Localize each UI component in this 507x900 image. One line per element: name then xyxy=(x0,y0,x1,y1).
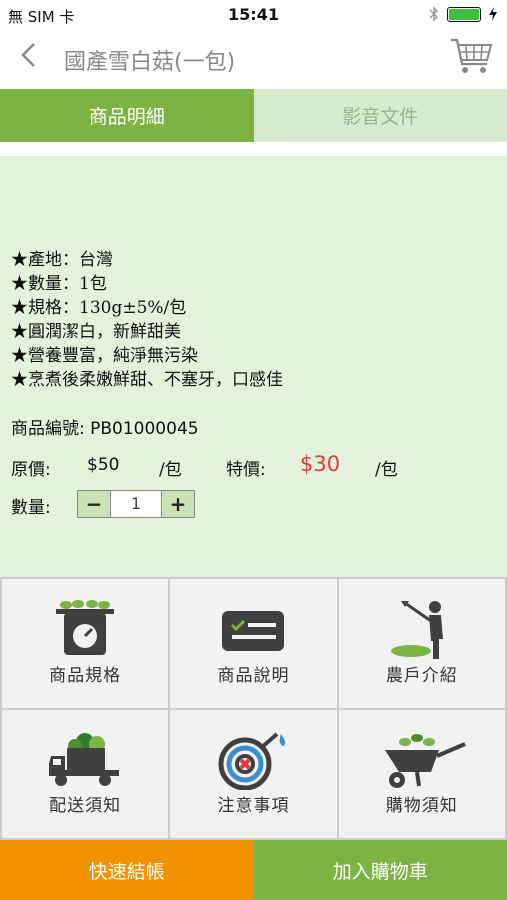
decrement-button[interactable]: − xyxy=(78,491,110,517)
feature-item: ★圓潤潔白，新鮮甜美 xyxy=(11,322,181,342)
quantity-stepper: − 1 + xyxy=(77,490,195,518)
original-price-label: 原價: xyxy=(11,460,51,480)
tab-media-documents[interactable]: 影音文件 xyxy=(253,89,507,142)
battery-icon xyxy=(447,6,481,22)
wheelbarrow-icon xyxy=(384,733,466,788)
scale-icon xyxy=(56,600,115,655)
menu-label: 配送須知 xyxy=(49,796,122,816)
hose-icon xyxy=(218,731,286,790)
increment-button[interactable]: + xyxy=(162,491,194,517)
menu-farmer-intro[interactable]: 農戶介紹 xyxy=(338,579,505,708)
feature-item: ★營養豐富，純淨無污染 xyxy=(11,346,198,366)
special-price-value: $30 xyxy=(300,452,341,476)
menu-precautions[interactable]: 注意事項 xyxy=(170,709,337,838)
nav-bar: 國產雪白菇(一包) xyxy=(0,30,507,88)
cart-button[interactable] xyxy=(449,36,493,76)
feature-item: ★數量：1包 xyxy=(11,274,107,294)
menu-label: 注意事項 xyxy=(217,796,290,816)
feature-item: ★烹煮後柔嫩鮮甜、不塞牙，口感佳 xyxy=(11,370,283,390)
menu-label: 農戶介紹 xyxy=(385,665,458,686)
farmer-icon xyxy=(390,601,443,659)
menu-label: 商品說明 xyxy=(217,665,290,686)
tab-bar: 商品明細 影音文件 xyxy=(0,89,507,142)
bottom-action-bar: 快速結帳 加入購物車 xyxy=(0,840,507,900)
original-price-unit: /包 xyxy=(159,460,182,480)
bluetooth-icon xyxy=(429,6,438,22)
quantity-label: 數量: xyxy=(11,498,51,518)
status-bar: 無 SIM 卡 15:41 xyxy=(0,0,507,30)
chevron-left-icon xyxy=(21,43,35,67)
special-price-label: 特價: xyxy=(226,460,266,480)
feature-list: ★產地：台灣 ★數量：1包 ★規格：130g±5%/包 ★圓潤潔白，新鮮甜美 ★… xyxy=(11,248,283,392)
tab-product-details[interactable]: 商品明細 xyxy=(0,89,254,142)
product-details-panel: ★產地：台灣 ★數量：1包 ★規格：130g±5%/包 ★圓潤潔白，新鮮甜美 ★… xyxy=(0,156,507,577)
product-number: 商品編號: PB01000045 xyxy=(11,419,199,439)
cart-icon xyxy=(451,38,493,73)
price-row: 原價: $50 /包 特價: $30 /包 xyxy=(11,452,491,480)
original-price-value: $50 xyxy=(87,455,120,475)
menu-product-description[interactable]: 商品說明 xyxy=(170,579,337,708)
info-menu-grid: 商品規格 商品說明 農戶介紹 配送須知 注意事項 購物須知 xyxy=(0,577,507,840)
page-title: 國產雪白菇(一包) xyxy=(64,50,236,75)
feature-item: ★產地：台灣 xyxy=(11,250,113,270)
special-price-unit: /包 xyxy=(375,460,398,480)
menu-shopping-notice[interactable]: 購物須知 xyxy=(338,709,505,838)
quick-checkout-button[interactable]: 快速結帳 xyxy=(0,840,254,900)
charging-icon xyxy=(489,7,497,21)
add-to-cart-button[interactable]: 加入購物車 xyxy=(253,840,507,900)
quantity-value[interactable]: 1 xyxy=(110,491,162,517)
menu-delivery-notice[interactable]: 配送須知 xyxy=(2,709,169,838)
status-icons xyxy=(429,6,497,22)
feature-item: ★規格：130g±5%/包 xyxy=(11,298,187,318)
menu-product-spec[interactable]: 商品規格 xyxy=(2,579,169,708)
menu-label: 購物須知 xyxy=(385,796,458,816)
back-button[interactable] xyxy=(18,38,38,81)
card-icon xyxy=(222,611,285,651)
menu-label: 商品規格 xyxy=(49,665,122,686)
truck-icon xyxy=(49,732,120,786)
